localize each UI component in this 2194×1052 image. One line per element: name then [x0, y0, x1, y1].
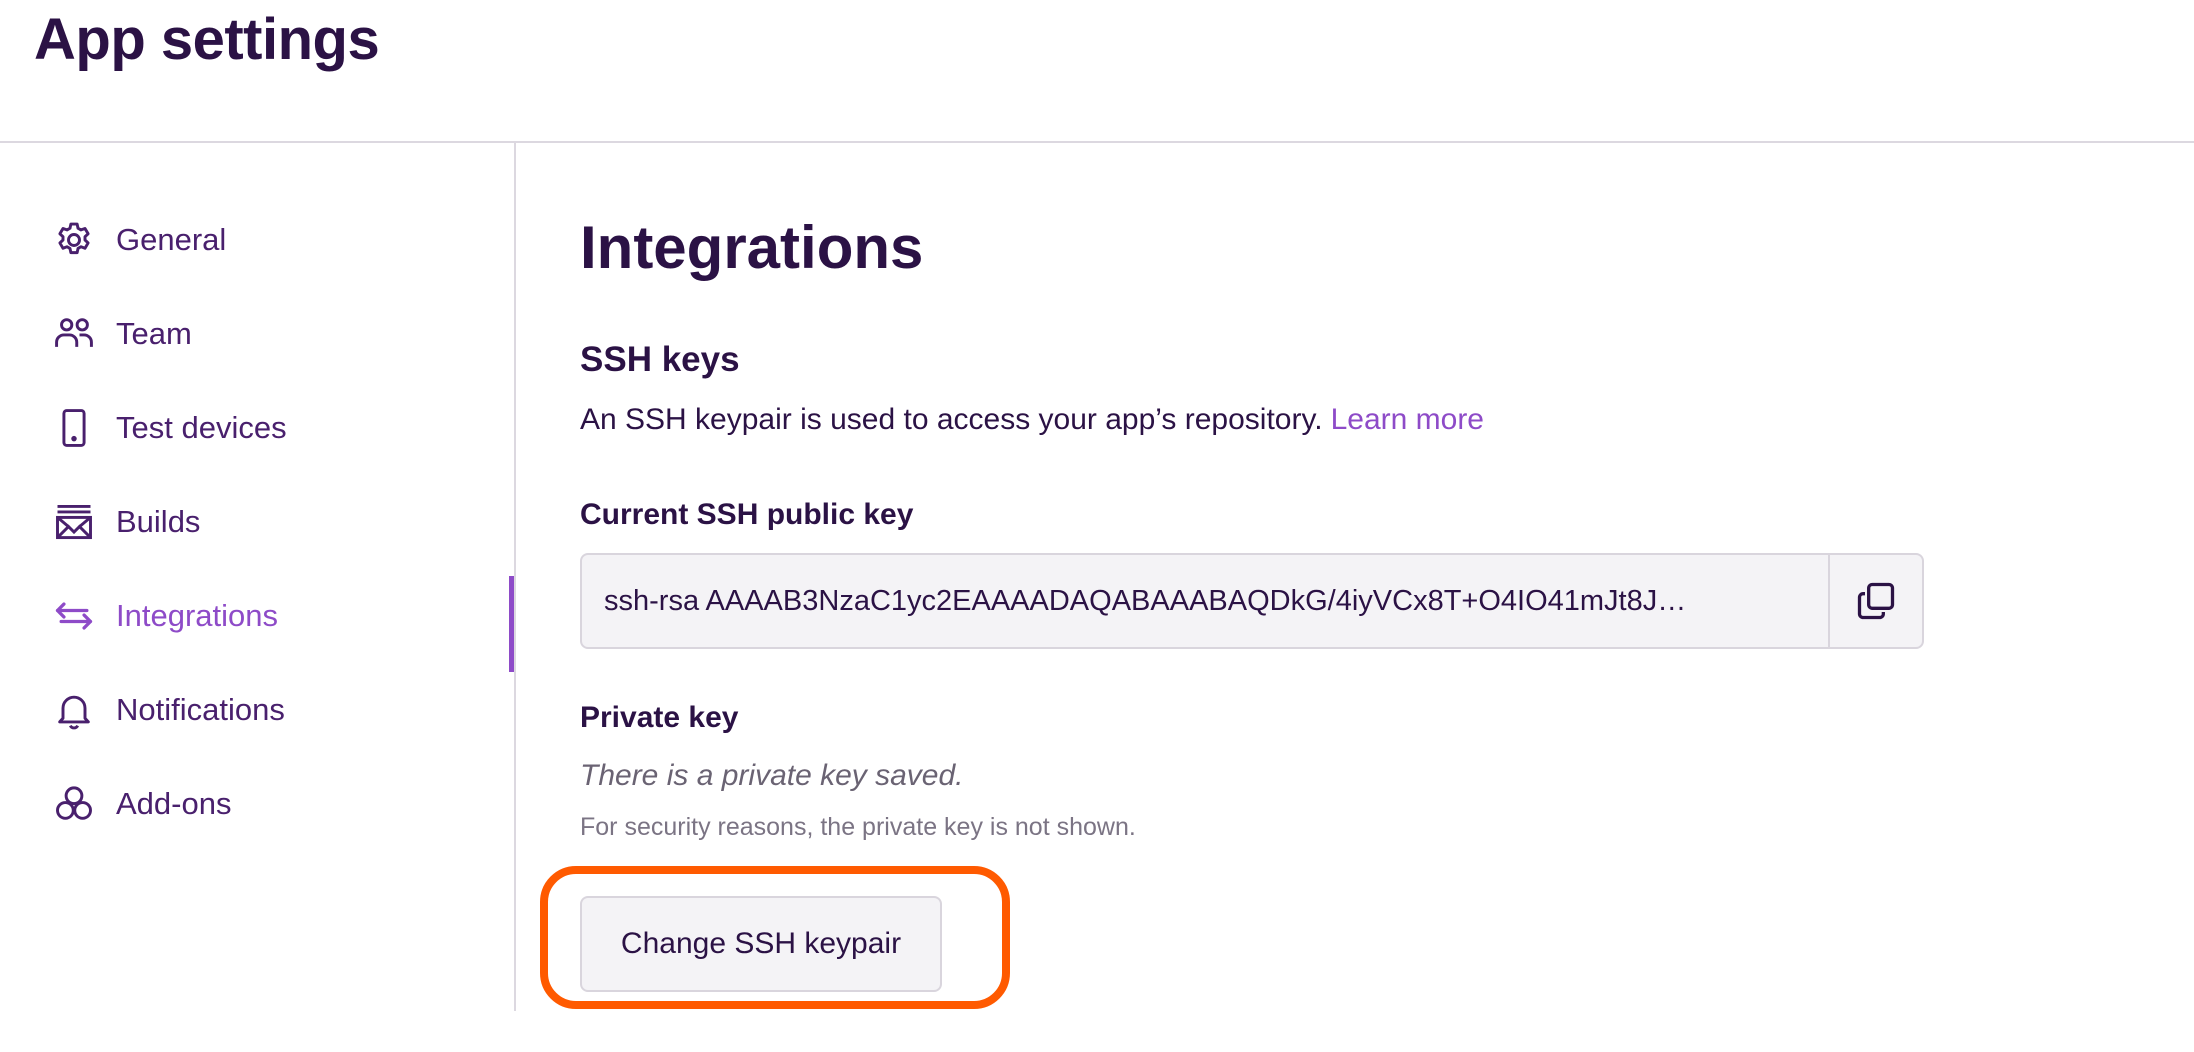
public-key-input[interactable]: [582, 555, 1828, 647]
addons-icon: [50, 780, 98, 828]
page-title: App settings: [34, 7, 380, 72]
team-icon: [50, 310, 98, 358]
builds-icon: [50, 498, 98, 546]
change-ssh-keypair-button[interactable]: Change SSH keypair: [580, 896, 942, 992]
copy-icon: [1854, 579, 1898, 623]
private-key-label: Private key: [580, 701, 739, 734]
sidebar-item-label: General: [116, 222, 227, 257]
sidebar-item-label: Integrations: [116, 598, 278, 633]
sidebar-item-label: Add-ons: [116, 786, 232, 821]
phone-icon: [50, 404, 98, 452]
sidebar-item-label: Team: [116, 316, 192, 351]
sidebar-item-label: Notifications: [116, 692, 285, 727]
public-key-field: [580, 553, 1924, 649]
learn-more-link[interactable]: Learn more: [1331, 403, 1484, 436]
sidebar-item-add-ons[interactable]: Add-ons: [50, 774, 490, 834]
page-header: App settings: [0, 0, 2194, 143]
gear-icon: [50, 216, 98, 264]
sidebar-item-notifications[interactable]: Notifications: [50, 680, 490, 740]
copy-button[interactable]: [1828, 555, 1922, 647]
sidebar-item-test-devices[interactable]: Test devices: [50, 398, 490, 458]
active-indicator: [509, 576, 514, 672]
sidebar-item-team[interactable]: Team: [50, 304, 490, 364]
sidebar-item-label: Test devices: [116, 410, 287, 445]
sidebar-item-label: Builds: [116, 504, 201, 539]
bell-icon: [50, 686, 98, 734]
sidebar-item-integrations[interactable]: Integrations: [50, 586, 490, 646]
private-key-status: There is a private key saved.: [580, 759, 964, 792]
ssh-keys-heading: SSH keys: [580, 340, 740, 379]
ssh-description: An SSH keypair is used to access your ap…: [580, 403, 1484, 437]
private-key-note: For security reasons, the private key is…: [580, 813, 1136, 841]
ssh-description-text: An SSH keypair is used to access your ap…: [580, 403, 1323, 436]
public-key-label: Current SSH public key: [580, 498, 914, 531]
sidebar: [0, 143, 516, 1011]
sidebar-item-general[interactable]: General: [50, 210, 490, 270]
sidebar-item-builds[interactable]: Builds: [50, 492, 490, 552]
section-title: Integrations: [580, 214, 924, 281]
integrations-icon: [50, 592, 98, 640]
main-content: Integrations SSH keys An SSH keypair is …: [580, 143, 2160, 1043]
